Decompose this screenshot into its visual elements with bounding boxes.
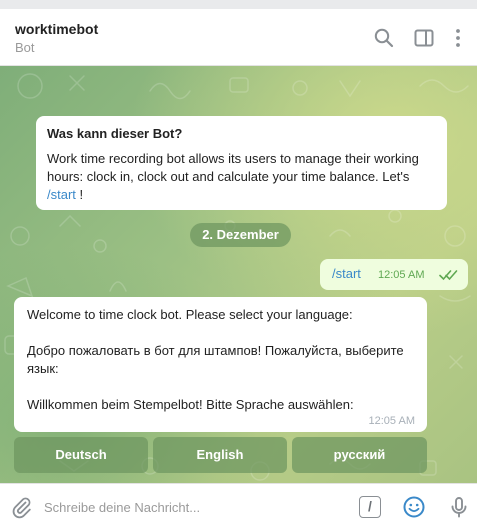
chat-area[interactable]: Was kann dieser Bot? Work time recording… (0, 66, 477, 483)
keyboard-button-russian[interactable]: русский (292, 437, 427, 473)
message-line-blank (27, 378, 414, 396)
date-separator: 2. Dezember (190, 223, 291, 247)
bot-info-text: Work time recording bot allows its users… (47, 151, 419, 184)
message-line-german: Willkommen beim Stempelbot! Bitte Sprach… (27, 397, 354, 412)
message-line-blank (27, 324, 414, 342)
incoming-message-time: 12:05 AM (368, 415, 415, 427)
chat-title[interactable]: worktimebot (15, 21, 98, 37)
chat-subtitle: Bot (15, 40, 35, 55)
message-line-english: Welcome to time clock bot. Please select… (27, 307, 353, 322)
start-command-link[interactable]: /start (47, 187, 76, 202)
outgoing-message[interactable]: /start 12:05 AM (320, 259, 468, 290)
bot-info-card: Was kann dieser Bot? Work time recording… (36, 116, 447, 210)
message-line-russian: Добро пожаловать в бот для штампов! Пожа… (27, 343, 404, 376)
more-vertical-icon[interactable] (446, 26, 470, 50)
emoji-icon[interactable] (402, 495, 426, 519)
chat-header: worktimebot Bot (0, 9, 477, 66)
paperclip-icon[interactable] (9, 495, 33, 519)
bot-info-description: Work time recording bot allows its users… (47, 150, 436, 204)
outgoing-message-time: 12:05 AM (378, 269, 425, 281)
search-icon[interactable] (372, 26, 396, 50)
bot-info-title: Was kann dieser Bot? (47, 126, 183, 141)
outgoing-message-text[interactable]: /start (332, 266, 361, 281)
keyboard-button-english[interactable]: English (153, 437, 287, 473)
keyboard-button-deutsch[interactable]: Deutsch (14, 437, 148, 473)
read-ticks-icon (439, 270, 458, 281)
sidebar-panel-icon[interactable] (412, 26, 436, 50)
message-input[interactable] (44, 493, 344, 521)
message-composer: / (0, 483, 477, 529)
bot-info-suffix: ! (75, 187, 84, 202)
window-top-strip (0, 0, 477, 9)
bot-command-button[interactable]: / (359, 496, 381, 518)
incoming-message[interactable]: Welcome to time clock bot. Please select… (14, 297, 427, 432)
microphone-icon[interactable] (447, 495, 471, 519)
